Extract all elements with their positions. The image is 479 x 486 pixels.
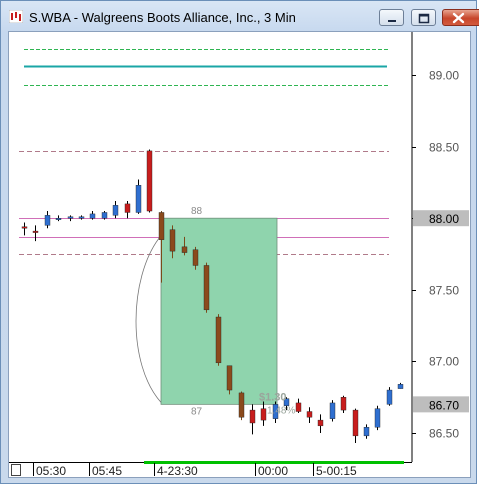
- price-marker-label: 86.70: [429, 398, 459, 412]
- candle-body[interactable]: [203, 265, 210, 311]
- candle-body[interactable]: [181, 246, 188, 253]
- candle-body[interactable]: [215, 316, 222, 364]
- candle-body[interactable]: [306, 411, 313, 418]
- candle-body[interactable]: [260, 408, 267, 421]
- candle-body[interactable]: [249, 409, 256, 424]
- candle-body[interactable]: [21, 226, 28, 229]
- candle-body[interactable]: [329, 402, 336, 419]
- y-tick-label: 86.50: [429, 427, 459, 441]
- close-button[interactable]: [442, 9, 479, 26]
- candle-body[interactable]: [317, 419, 324, 427]
- y-tick-label: 87.50: [429, 284, 459, 298]
- candle-body[interactable]: [226, 365, 233, 391]
- zone-connector-curve: [135, 237, 162, 403]
- close-icon: [452, 12, 465, 24]
- x-tick-label: 5-00:15: [316, 464, 357, 477]
- candle-body[interactable]: [386, 389, 393, 405]
- zone-amount-text: $1.30: [259, 391, 287, 403]
- candle-body[interactable]: [374, 408, 381, 428]
- maximize-button[interactable]: [411, 9, 436, 26]
- zone-percent-text: 1.48%: [267, 405, 295, 416]
- candle-body[interactable]: [32, 230, 39, 233]
- candle-body[interactable]: [89, 213, 96, 219]
- y-tick-label: 89.00: [429, 69, 459, 83]
- candle-body[interactable]: [146, 150, 153, 212]
- candle-body[interactable]: [158, 212, 165, 240]
- candle-body[interactable]: [295, 402, 302, 412]
- candle-body[interactable]: [78, 216, 85, 219]
- candle-body[interactable]: [67, 216, 74, 219]
- window-title: S.WBA - Walgreens Boots Alliance, Inc., …: [29, 10, 296, 25]
- minimize-button[interactable]: [379, 9, 404, 26]
- app-chart-icon: [9, 10, 23, 23]
- title-bar[interactable]: S.WBA - Walgreens Boots Alliance, Inc., …: [1, 1, 479, 31]
- x-tick-label: 05:45: [92, 464, 122, 477]
- candle-body[interactable]: [340, 397, 347, 411]
- y-tick-label: 87.00: [429, 355, 459, 369]
- zone-bottom-label: 87: [191, 406, 203, 417]
- x-tick-label: 05:30: [36, 464, 66, 477]
- maximize-icon: [418, 13, 430, 24]
- candle-body[interactable]: [238, 392, 245, 418]
- zone-top-label: 88: [191, 206, 203, 217]
- price-marker-label: 88.00: [429, 212, 459, 226]
- x-tick-label: 00:00: [258, 464, 288, 477]
- profit-zone-box[interactable]: [160, 217, 278, 405]
- candle-body[interactable]: [44, 215, 51, 226]
- candle-body[interactable]: [124, 203, 131, 213]
- candle-body[interactable]: [112, 205, 119, 216]
- chart-window: S.WBA - Walgreens Boots Alliance, Inc., …: [0, 0, 479, 484]
- candle-body[interactable]: [169, 229, 176, 252]
- candle-body[interactable]: [397, 384, 404, 389]
- chart-area[interactable]: 88 87 $1.30 1.48% 89.00 88.50 88.00 87.50 87.00 8…: [8, 31, 471, 478]
- y-tick-label: 88.50: [429, 141, 459, 155]
- candle-body[interactable]: [352, 409, 359, 437]
- minimize-icon: [388, 20, 396, 22]
- candle-body[interactable]: [55, 217, 62, 220]
- x-tick-label: 4-23:30: [157, 464, 198, 477]
- candle-body[interactable]: [101, 212, 108, 219]
- candle-body[interactable]: [135, 185, 142, 213]
- chart-scroll-handle[interactable]: [11, 464, 21, 476]
- candle-body[interactable]: [363, 427, 370, 437]
- candle-body[interactable]: [192, 249, 199, 266]
- candlestick-chart[interactable]: 88 87 $1.30 1.48% 89.00 88.50 88.00 87.50 87.00 8…: [9, 32, 470, 477]
